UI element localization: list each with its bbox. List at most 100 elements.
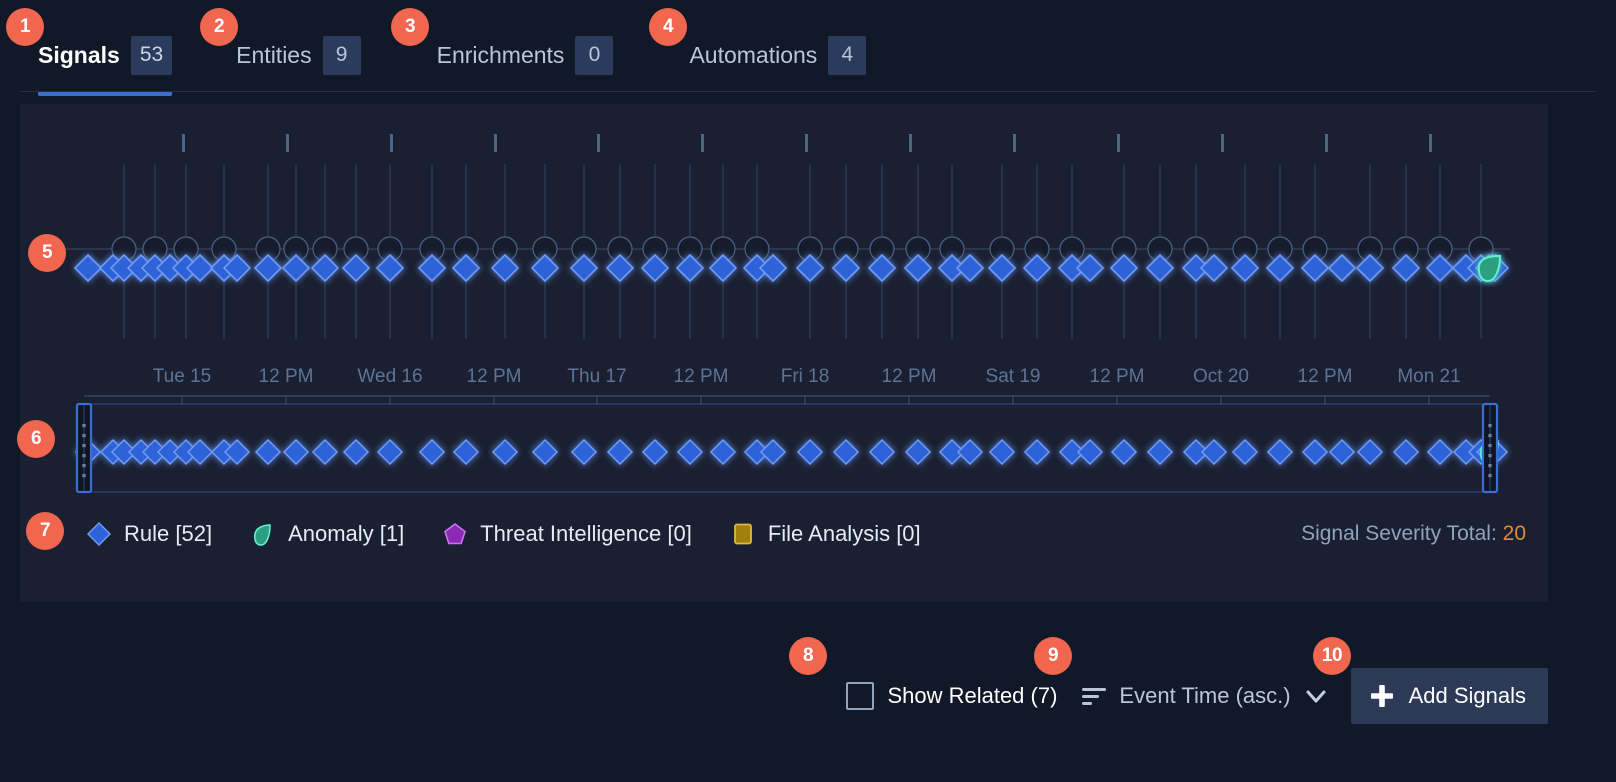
tab-entities-badge: 9 [323, 36, 361, 75]
legend-label-rule: Rule [52] [124, 521, 212, 547]
axis-tick-label: 12 PM [1090, 366, 1145, 388]
brush-signal-marker [313, 440, 337, 464]
legend-item-anomaly[interactable]: Anomaly [1] [250, 521, 404, 547]
add-signals-button[interactable]: Add Signals [1351, 668, 1548, 724]
signal-marker-rule [1147, 255, 1173, 281]
tab-automations[interactable]: Automations 4 [689, 26, 866, 84]
brush-signal-marker [533, 440, 557, 464]
axis-tick-label: Wed 16 [357, 366, 422, 388]
signal-marker-rule [377, 255, 403, 281]
tab-entities[interactable]: Entities 9 [236, 26, 360, 84]
brush-signal-marker [1112, 440, 1136, 464]
signal-marker-rule [1267, 255, 1293, 281]
signal-marker-rule [343, 255, 369, 281]
tab-enrichments[interactable]: Enrichments 0 [437, 26, 614, 84]
brush-signal-marker [572, 440, 596, 464]
axis-tick-label: 12 PM [1298, 366, 1353, 388]
signals-timeline-page: Signals 53 Entities 9 Enrichments 0 Auto… [0, 0, 1616, 782]
signal-marker-rule [1357, 255, 1383, 281]
brush-signal-marker [1330, 440, 1354, 464]
brush-signal-marker [958, 440, 982, 464]
signal-severity-total: Signal Severity Total: 20 [1301, 522, 1526, 546]
signal-marker-rule [989, 255, 1015, 281]
tab-enrichments-label: Enrichments [437, 42, 565, 69]
brush-signal-marker [420, 440, 444, 464]
signal-marker-rule [833, 255, 859, 281]
chart-legend: Rule [52] Anomaly [1] Threat Intelligenc… [86, 514, 1526, 554]
tab-signals-label: Signals [38, 42, 120, 69]
legend-label-file-analysis: File Analysis [0] [768, 521, 921, 547]
legend-label-anomaly: Anomaly [1] [288, 521, 404, 547]
brush-signal-marker [1025, 440, 1049, 464]
callout-marker-8: 8 [789, 637, 827, 675]
sort-label: Event Time (asc.) [1119, 683, 1290, 709]
signal-marker-rule [492, 255, 518, 281]
signal-marker-rule [1302, 255, 1328, 281]
axis-tick-label: Fri 18 [781, 366, 830, 388]
sort-icon [1081, 685, 1107, 707]
legend-item-file-analysis[interactable]: File Analysis [0] [730, 521, 921, 547]
callout-marker-4: 4 [649, 8, 687, 46]
tab-bar-divider [20, 91, 1596, 92]
timeline-panel: Tue 15 12 PM Wed 16 12 PM Thu 17 12 PM Fri 18 1… [20, 104, 1548, 602]
show-related-toggle[interactable]: Show Related (7) [846, 682, 1057, 710]
signal-marker-rule [869, 255, 895, 281]
signal-marker-rule [255, 255, 281, 281]
signal-marker-rule [571, 255, 597, 281]
callout-marker-3: 3 [391, 8, 429, 46]
signal-marker-rule [677, 255, 703, 281]
brush-signal-marker [870, 440, 894, 464]
callout-marker-10: 10 [1313, 637, 1351, 675]
legend-item-threat-intelligence[interactable]: Threat Intelligence [0] [442, 521, 692, 547]
legend-item-rule[interactable]: Rule [52] [86, 521, 212, 547]
plus-icon [1369, 683, 1395, 709]
chevron-down-icon[interactable] [1303, 683, 1329, 709]
callout-marker-7: 7 [26, 512, 64, 550]
brush-signal-marker [608, 440, 632, 464]
diamond-icon [86, 521, 112, 547]
signal-marker-rule [1111, 255, 1137, 281]
show-related-checkbox[interactable] [846, 682, 874, 710]
signal-marker-rule [532, 255, 558, 281]
signal-severity-total-value: 20 [1503, 522, 1526, 545]
brush-signal-marker [454, 440, 478, 464]
brush-signal-marker [1358, 440, 1382, 464]
signal-marker-rule [607, 255, 633, 281]
callout-marker-2: 2 [200, 8, 238, 46]
brush-signal-marker [1394, 440, 1418, 464]
signal-marker-rule [75, 255, 101, 281]
signal-marker-rule [1232, 255, 1258, 281]
legend-label-threat-intelligence: Threat Intelligence [0] [480, 521, 692, 547]
axis-tick-label: Mon 21 [1397, 366, 1460, 388]
signal-marker-rule [1077, 255, 1103, 281]
brush-signal-marker [1148, 440, 1172, 464]
tab-signals[interactable]: Signals 53 [38, 26, 172, 84]
tab-signals-badge: 53 [131, 36, 172, 75]
tab-entities-label: Entities [236, 42, 311, 69]
tab-bar: Signals 53 Entities 9 Enrichments 0 Auto… [20, 26, 1596, 92]
axis-tick-label: 12 PM [467, 366, 522, 388]
axis-tick-label: Thu 17 [567, 366, 626, 388]
brush-signal-marker [990, 440, 1014, 464]
square-icon [730, 521, 756, 547]
axis-tick-label: Tue 15 [153, 366, 211, 388]
brush-signal-marker [678, 440, 702, 464]
timeline-brush[interactable] [20, 394, 1548, 504]
sort-control[interactable]: Event Time (asc.) [1081, 683, 1328, 709]
brush-signal-marker [1078, 440, 1102, 464]
callout-marker-5: 5 [28, 234, 66, 272]
signal-severity-total-label: Signal Severity Total: [1301, 522, 1497, 545]
signals-timeline-chart[interactable] [20, 104, 1548, 364]
signal-marker-rule [1329, 255, 1355, 281]
signal-marker-rule [1024, 255, 1050, 281]
signal-marker-rule [1427, 255, 1453, 281]
signal-marker-rule [419, 255, 445, 281]
event-node-group [112, 237, 1493, 261]
brush-signal-marker [188, 440, 212, 464]
axis-tick-label: 12 PM [674, 366, 729, 388]
signal-marker-rule [957, 255, 983, 281]
brush-signal-marker [493, 440, 517, 464]
brush-signal-marker [711, 440, 735, 464]
brush-signal-marker [256, 440, 280, 464]
callout-marker-6: 6 [17, 420, 55, 458]
